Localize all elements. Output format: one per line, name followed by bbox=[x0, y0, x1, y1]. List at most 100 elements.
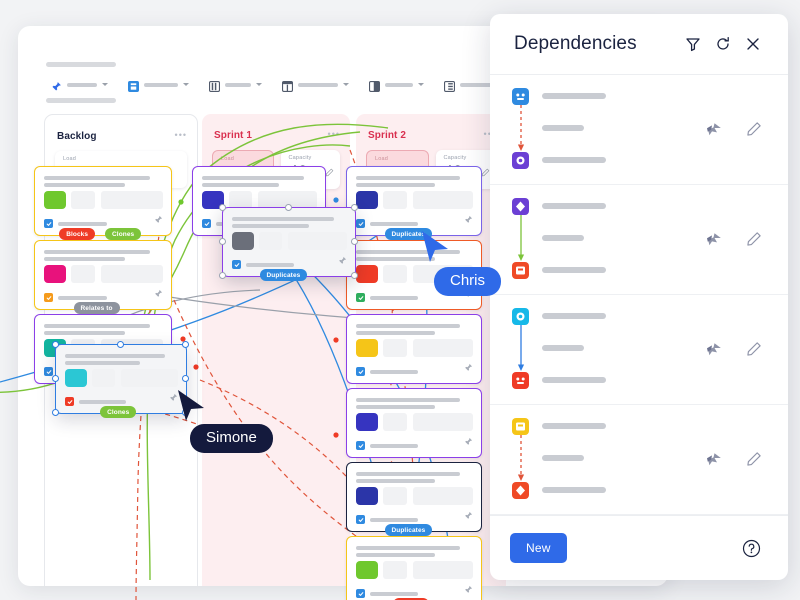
toolbar-grid-filter[interactable] bbox=[277, 76, 354, 93]
toolbar-label-placeholder bbox=[385, 82, 413, 87]
card-subtitle-placeholder bbox=[356, 331, 435, 335]
toolbar-board-filter[interactable] bbox=[123, 76, 194, 93]
card-field bbox=[383, 561, 407, 579]
card-status-icon bbox=[44, 293, 53, 302]
card-title-placeholder bbox=[356, 398, 460, 402]
board-card[interactable] bbox=[34, 240, 172, 310]
dependency-edit-icon[interactable] bbox=[744, 229, 764, 249]
card-status-icon bbox=[356, 589, 365, 598]
toolbar-label-placeholder bbox=[298, 82, 338, 87]
dependency-badge-clones[interactable]: Clones bbox=[100, 406, 137, 418]
dependencies-panel-header: Dependencies bbox=[490, 14, 788, 75]
dependency-badge-blocks[interactable]: Blocks bbox=[59, 228, 96, 240]
dependency-jump-icon[interactable] bbox=[704, 449, 724, 469]
resize-handle[interactable] bbox=[52, 375, 59, 382]
dependency-text-placeholder bbox=[542, 125, 584, 131]
card-status-icon bbox=[356, 441, 365, 450]
board-card[interactable] bbox=[346, 314, 482, 384]
dependency-text-placeholder bbox=[542, 487, 606, 493]
card-color-swatch bbox=[44, 265, 66, 283]
toolbar-columns-filter[interactable] bbox=[204, 76, 267, 93]
pin-icon[interactable] bbox=[464, 433, 473, 451]
board-card[interactable] bbox=[346, 166, 482, 236]
rows-filter-icon bbox=[444, 79, 456, 93]
dependencies-list bbox=[490, 75, 788, 515]
chevron-down-icon bbox=[256, 83, 262, 86]
edit-capacity-icon[interactable] bbox=[325, 164, 334, 182]
resize-handle[interactable] bbox=[285, 204, 292, 211]
new-dependency-button[interactable]: New bbox=[510, 533, 567, 563]
resize-handle[interactable] bbox=[52, 341, 59, 348]
card-color-swatch bbox=[356, 561, 378, 579]
dependencies-panel-footer: New bbox=[490, 515, 788, 580]
card-meta-placeholder bbox=[58, 222, 107, 226]
dependency-text-placeholder bbox=[542, 157, 606, 163]
resize-handle[interactable] bbox=[351, 238, 358, 245]
card-field bbox=[383, 265, 407, 283]
dependency-row[interactable] bbox=[490, 185, 788, 295]
pin-icon[interactable] bbox=[464, 507, 473, 525]
toolbar-top-placeholder bbox=[46, 62, 116, 67]
dependency-badge-clones[interactable]: Clones bbox=[105, 228, 142, 240]
card-field bbox=[121, 369, 178, 387]
card-title-placeholder bbox=[44, 250, 150, 254]
close-icon[interactable] bbox=[738, 29, 768, 59]
resize-handle[interactable] bbox=[351, 204, 358, 211]
column-menu-button[interactable]: ••• bbox=[175, 131, 187, 140]
board-card[interactable] bbox=[346, 388, 482, 458]
chevron-down-icon bbox=[102, 83, 108, 86]
toolbar-label-placeholder bbox=[225, 82, 251, 87]
dependency-row[interactable] bbox=[490, 295, 788, 405]
pin-icon[interactable] bbox=[464, 359, 473, 377]
help-icon[interactable] bbox=[736, 533, 766, 563]
board-card[interactable] bbox=[55, 344, 187, 414]
pin-icon[interactable] bbox=[154, 211, 163, 229]
board-card[interactable] bbox=[346, 462, 482, 532]
dependency-edit-icon[interactable] bbox=[744, 119, 764, 139]
pin-icon[interactable] bbox=[338, 252, 347, 270]
card-field bbox=[413, 413, 473, 431]
board-card[interactable] bbox=[34, 166, 172, 236]
dependency-edit-icon[interactable] bbox=[744, 339, 764, 359]
resize-handle[interactable] bbox=[117, 341, 124, 348]
board-card[interactable] bbox=[346, 536, 482, 600]
toolbar-split-filter[interactable] bbox=[364, 76, 429, 93]
resize-handle[interactable] bbox=[219, 238, 226, 245]
dependency-target-icon bbox=[512, 262, 529, 279]
edit-capacity-icon[interactable] bbox=[481, 164, 490, 182]
resize-handle[interactable] bbox=[52, 409, 59, 416]
card-field bbox=[101, 265, 163, 283]
stat-label: Capacity bbox=[443, 155, 467, 161]
resize-handle[interactable] bbox=[219, 204, 226, 211]
card-meta-placeholder bbox=[246, 263, 294, 267]
dependencies-panel-title: Dependencies bbox=[514, 33, 637, 54]
card-color-swatch bbox=[65, 369, 87, 387]
resize-handle[interactable] bbox=[182, 341, 189, 348]
dependency-edit-icon[interactable] bbox=[744, 449, 764, 469]
dependency-jump-icon[interactable] bbox=[704, 119, 724, 139]
chevron-down-icon bbox=[183, 83, 189, 86]
dependency-jump-icon[interactable] bbox=[704, 339, 724, 359]
dependency-jump-icon[interactable] bbox=[704, 229, 724, 249]
pin-icon[interactable] bbox=[154, 285, 163, 303]
dependency-row[interactable] bbox=[490, 405, 788, 515]
dependency-badge-dupes[interactable]: Duplicates bbox=[259, 269, 308, 281]
pin-icon[interactable] bbox=[464, 211, 473, 229]
split-filter-icon bbox=[369, 79, 381, 93]
board-card[interactable] bbox=[222, 207, 356, 277]
resize-handle[interactable] bbox=[219, 272, 226, 279]
column-menu-button[interactable]: ••• bbox=[328, 130, 340, 139]
resize-handle[interactable] bbox=[351, 272, 358, 279]
toolbar-pin-filter[interactable] bbox=[46, 76, 113, 93]
pin-icon[interactable] bbox=[464, 581, 473, 599]
dependency-badge-relates[interactable]: Relates to bbox=[73, 302, 120, 314]
card-meta-placeholder bbox=[79, 400, 126, 404]
card-meta-placeholder bbox=[370, 518, 418, 522]
dependency-row[interactable] bbox=[490, 75, 788, 185]
dependency-badge-dupes[interactable]: Duplicates bbox=[384, 524, 433, 536]
resize-handle[interactable] bbox=[182, 375, 189, 382]
card-subtitle-placeholder bbox=[44, 257, 125, 261]
filter-icon[interactable] bbox=[678, 29, 708, 59]
card-title-placeholder bbox=[356, 176, 460, 180]
refresh-icon[interactable] bbox=[708, 29, 738, 59]
